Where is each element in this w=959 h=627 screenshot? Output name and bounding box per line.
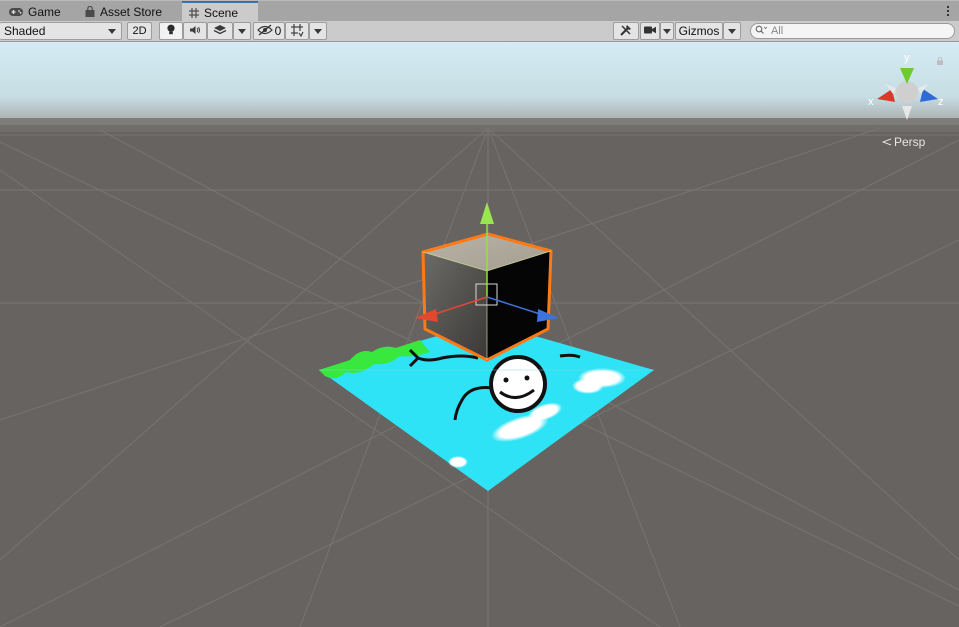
perspective-icon [881, 135, 892, 149]
effects-dropdown[interactable] [233, 22, 251, 40]
toggle-2d-label: 2D [132, 25, 147, 37]
layers-icon [213, 24, 227, 39]
camera-icon [643, 24, 657, 38]
shopping-bag-icon [84, 6, 96, 18]
more-options-icon[interactable] [947, 4, 951, 18]
projection-toggle[interactable]: Persp [881, 135, 926, 149]
grid-toggle[interactable] [285, 22, 309, 40]
chevron-down-icon [238, 28, 246, 34]
tools-toggle[interactable] [613, 22, 639, 40]
y-axis-cone [900, 68, 914, 84]
chevron-down-icon [728, 28, 736, 34]
grid-dropdown[interactable] [309, 22, 327, 40]
lock-icon[interactable] [936, 54, 944, 65]
grid-snap-icon [290, 23, 304, 40]
gamepad-icon [8, 7, 24, 17]
grid-hash-icon [188, 7, 200, 19]
speaker-icon [189, 24, 201, 38]
chevron-down-icon [663, 28, 671, 34]
draw-mode-value: Shaded [4, 24, 46, 38]
scene-viewport[interactable]: y x z Persp [0, 42, 959, 627]
chevron-down-icon [314, 28, 322, 34]
hidden-objects-toggle[interactable]: 0 [253, 22, 285, 40]
gizmos-label: Gizmos [678, 24, 720, 38]
tools-icon [619, 23, 633, 40]
effects-toggle[interactable] [207, 22, 233, 40]
draw-mode-dropdown[interactable]: Shaded [0, 22, 122, 40]
tab-game[interactable]: Game [2, 2, 67, 22]
axis-label-z: z [938, 96, 944, 108]
gizmos-button[interactable]: Gizmos [675, 22, 723, 40]
axis-label-x: x [868, 96, 874, 108]
light-bulb-icon [166, 24, 176, 39]
search-box[interactable] [750, 23, 955, 39]
camera-settings-button[interactable] [640, 22, 660, 40]
search-input[interactable] [771, 24, 941, 38]
tab-bar: Game Asset Store Scene [0, 0, 959, 22]
hidden-count: 0 [274, 24, 282, 38]
toggle-2d-button[interactable]: 2D [127, 22, 152, 40]
search-icon [755, 24, 768, 38]
tab-game-label: Game [28, 5, 61, 19]
camera-dropdown[interactable] [660, 22, 674, 40]
tab-asset-store[interactable]: Asset Store [78, 2, 168, 22]
eye-hidden-icon [256, 24, 273, 39]
scene-toolbar: Shaded 2D 0 Gizmos All [0, 21, 959, 42]
audio-toggle[interactable] [183, 22, 207, 40]
gizmos-dropdown[interactable] [723, 22, 741, 40]
tab-scene-label: Scene [204, 5, 239, 20]
tab-scene[interactable]: Scene [182, 1, 258, 22]
lighting-toggle[interactable] [159, 22, 183, 40]
axis-label-y: y [904, 52, 910, 64]
chevron-down-icon [108, 28, 116, 34]
projection-label: Persp [894, 135, 926, 149]
tab-asset-store-label: Asset Store [100, 5, 163, 19]
